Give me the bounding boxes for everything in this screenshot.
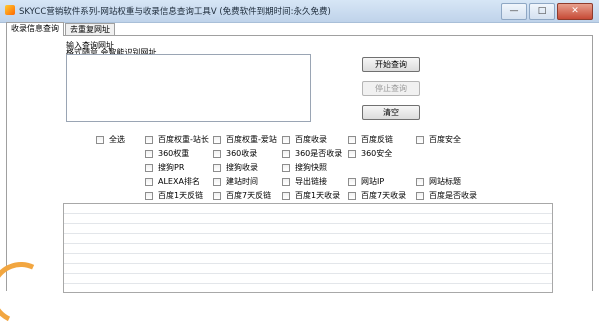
checkbox-label: 网站标题: [429, 177, 461, 186]
checkbox-box[interactable]: [282, 149, 290, 158]
checkbox-360-index[interactable]: 360收录: [213, 148, 257, 159]
maximize-button[interactable]: □: [529, 3, 555, 20]
checkbox-box[interactable]: [145, 177, 153, 186]
checkbox-label: ALEXA排名: [158, 177, 200, 186]
checkbox-baidu-weight-chinaz[interactable]: 百度权重-站长: [145, 134, 209, 145]
checkbox-label: 百度1天收录: [295, 191, 341, 200]
checkbox-label: 百度安全: [429, 135, 461, 144]
checkbox-label: 网站IP: [361, 177, 385, 186]
app-icon: [5, 5, 15, 15]
checkbox-label: 导出链接: [295, 177, 327, 186]
stop-query-button[interactable]: 停止查询: [362, 81, 420, 96]
url-textarea[interactable]: [66, 54, 311, 122]
results-list[interactable]: [63, 203, 553, 293]
checkbox-site-ip[interactable]: 网站IP: [348, 176, 384, 187]
checkbox-label: 建站时间: [226, 177, 258, 186]
checkbox-box[interactable]: [145, 135, 153, 144]
checkbox-box[interactable]: [416, 135, 424, 144]
checkbox-360-security[interactable]: 360安全: [348, 148, 392, 159]
tab-panel: 输入查询网址 格式随意,会智能识别网址 开始查询 停止查询 清空 全选 百度权重…: [6, 35, 593, 293]
title-bar: SKYCC营销软件系列-网站权重与收录信息查询工具V (免费软件到期时间:永久免…: [0, 0, 599, 23]
checkbox-box[interactable]: [282, 177, 290, 186]
checkbox-box[interactable]: [145, 163, 153, 172]
checkbox-baidu-7day-backlinks[interactable]: 百度7天反链: [213, 190, 271, 201]
checkbox-baidu-7day-index[interactable]: 百度7天收录: [348, 190, 406, 201]
checkbox-box[interactable]: [282, 135, 290, 144]
checkbox-box[interactable]: [96, 135, 104, 144]
checkbox-site-age[interactable]: 建站时间: [213, 176, 258, 187]
checkbox-box[interactable]: [348, 135, 356, 144]
checkbox-outbound-links[interactable]: 导出链接: [282, 176, 327, 187]
tab-index-query[interactable]: 收录信息查询: [6, 22, 64, 36]
checkbox-sogou-snapshot[interactable]: 搜狗快照: [282, 162, 327, 173]
checkbox-box[interactable]: [416, 177, 424, 186]
checkbox-select-all[interactable]: 全选: [96, 134, 125, 145]
checkbox-label: 搜狗收录: [226, 163, 258, 172]
checkbox-label: 360是否收录: [295, 149, 343, 158]
checkbox-label: 百度1天反链: [158, 191, 204, 200]
checkbox-baidu-1day-index[interactable]: 百度1天收录: [282, 190, 340, 201]
close-button[interactable]: ✕: [557, 3, 593, 20]
checkbox-label: 百度7天收录: [361, 191, 407, 200]
checkbox-box[interactable]: [145, 149, 153, 158]
checkbox-label: 百度权重-爱站: [226, 135, 277, 144]
checkbox-box[interactable]: [213, 191, 221, 200]
checkbox-site-title[interactable]: 网站标题: [416, 176, 461, 187]
checkbox-360-weight[interactable]: 360权重: [145, 148, 189, 159]
checkbox-box[interactable]: [416, 191, 424, 200]
checkbox-label: 搜狗快照: [295, 163, 327, 172]
checkbox-box[interactable]: [348, 191, 356, 200]
checkbox-sogou-index[interactable]: 搜狗收录: [213, 162, 258, 173]
checkbox-box[interactable]: [213, 149, 221, 158]
checkbox-label: 百度7天反链: [226, 191, 272, 200]
checkbox-baidu-is-indexed[interactable]: 百度是否收录: [416, 190, 477, 201]
checkbox-box[interactable]: [145, 191, 153, 200]
window-controls: — □ ✕: [499, 3, 593, 20]
checkbox-box[interactable]: [348, 177, 356, 186]
checkbox-label: 360权重: [158, 149, 190, 158]
start-query-button[interactable]: 开始查询: [362, 57, 420, 72]
clear-button[interactable]: 清空: [362, 105, 420, 120]
checkbox-label: 搜狗PR: [158, 163, 185, 172]
checkbox-box[interactable]: [213, 163, 221, 172]
minimize-button[interactable]: —: [501, 3, 527, 20]
checkbox-box[interactable]: [282, 191, 290, 200]
checkbox-baidu-security[interactable]: 百度安全: [416, 134, 461, 145]
checkbox-label: 百度收录: [295, 135, 327, 144]
checkbox-box[interactable]: [282, 163, 290, 172]
checkbox-box[interactable]: [213, 135, 221, 144]
checkbox-360-is-indexed[interactable]: 360是否收录: [282, 148, 342, 159]
checkbox-label: 全选: [109, 135, 125, 144]
checkbox-baidu-weight-aizhan[interactable]: 百度权重-爱站: [213, 134, 277, 145]
checkbox-label: 360收录: [226, 149, 258, 158]
checkbox-baidu-backlinks[interactable]: 百度反链: [348, 134, 393, 145]
checkbox-box[interactable]: [213, 177, 221, 186]
checkbox-sogou-pr[interactable]: 搜狗PR: [145, 162, 184, 173]
checkbox-alexa-rank[interactable]: ALEXA排名: [145, 176, 200, 187]
checkbox-box[interactable]: [348, 149, 356, 158]
window-title: SKYCC营销软件系列-网站权重与收录信息查询工具V (免费软件到期时间:永久免…: [19, 7, 331, 17]
checkbox-label: 360安全: [361, 149, 393, 158]
checkbox-label: 百度权重-站长: [158, 135, 209, 144]
checkbox-baidu-index[interactable]: 百度收录: [282, 134, 327, 145]
tab-strip: 收录信息查询 去重复网址: [6, 22, 116, 36]
checkbox-label: 百度是否收录: [429, 191, 477, 200]
checkbox-baidu-1day-backlinks[interactable]: 百度1天反链: [145, 190, 203, 201]
checkbox-label: 百度反链: [361, 135, 393, 144]
